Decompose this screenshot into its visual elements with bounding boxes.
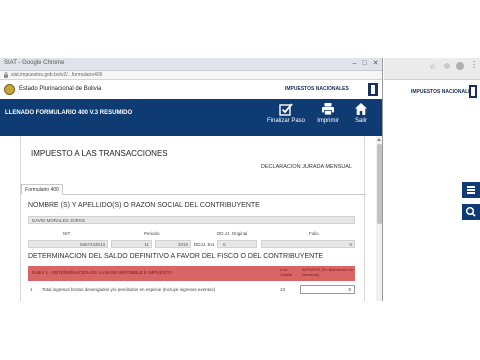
finish-check-icon (279, 103, 293, 116)
window-title: SIAT - Google Chrome (4, 60, 65, 66)
background-header: IMPUESTOS NACIONALES (384, 80, 480, 102)
background-sin-logo-icon (469, 85, 477, 98)
tab-formulario-400[interactable]: Formulario 400 (21, 184, 63, 195)
window-titlebar: SIAT - Google Chrome – □ ✕ (0, 58, 382, 71)
gross-income-input[interactable]: 0 (300, 285, 355, 294)
maximize-icon[interactable]: □ (360, 59, 369, 69)
sin-logo-icon (368, 83, 378, 96)
browser-menu-icon[interactable]: ⋮ (470, 61, 478, 69)
profile-avatar-icon[interactable] (456, 62, 464, 70)
row-number: 1 (30, 287, 33, 292)
form-content: IMPUESTO A LAS TRANSACCIONES DECLARACION… (0, 136, 376, 301)
form-sheet: IMPUESTO A LAS TRANSACCIONES DECLARACION… (20, 136, 366, 301)
ddjj-original-label: DD.JJ. Original (217, 231, 248, 236)
ddjj-original-field: 0 (217, 240, 257, 248)
scroll-up-icon[interactable] (377, 138, 381, 141)
row-description: Total ingresos brutos devengados y/o per… (42, 287, 216, 292)
finalizar-paso-label: Finalizar Paso (266, 118, 305, 124)
app-header: Estado Plurinacional de Bolivia IMPUESTO… (0, 80, 382, 99)
imprimir-label: Imprimir (317, 118, 339, 124)
period-month-field: 11 (111, 240, 152, 248)
search-button[interactable] (462, 204, 480, 220)
state-name: Estado Plurinacional de Bolivia (19, 86, 102, 92)
scrollbar-thumb[interactable] (377, 144, 382, 224)
video-letterbox-bottom (0, 301, 480, 360)
home-icon (355, 103, 367, 115)
row-code: 13 (280, 287, 286, 292)
form-toolbar: LLENADO FORMULARIO 400 V.3 RESUMIDO Fina… (0, 99, 382, 136)
minimize-icon[interactable]: – (350, 59, 359, 69)
periodo-label: Periodo (144, 231, 160, 236)
taxpayer-name-field: DAVID MORALES JORGE (28, 216, 355, 224)
search-icon (465, 206, 476, 217)
folio-label: Folio (309, 231, 319, 236)
popup-browser-window: SIAT - Google Chrome – □ ✕ siat.impuesto… (0, 58, 383, 301)
background-agency-name: IMPUESTOS NACIONALES (411, 89, 475, 95)
tax-title: IMPUESTO A LAS TRANSACCIONES (31, 149, 168, 158)
bookmark-star-icon[interactable]: ☆ (429, 62, 436, 71)
hamburger-icon (467, 186, 475, 188)
period-year-field: 2019 (155, 240, 191, 248)
printer-icon (322, 103, 334, 116)
imprimir-button[interactable]: Imprimir (314, 102, 342, 134)
extension-icon[interactable] (444, 63, 450, 69)
amount-header: IMPORTE (En Bolivianos sin centavos) (302, 267, 354, 277)
lock-icon (4, 72, 8, 78)
detail-table-header: Rubro 1 - DETERMINACION DE LA BASE IMPON… (28, 266, 355, 281)
ddjj-ext-label: DDJJ. Ext (194, 242, 215, 247)
agency-name: IMPUESTOS NACIONALES (285, 86, 349, 92)
background-page: ☆ ⋮ IMPUESTOS NACIONALES (384, 58, 480, 301)
url-text: siat.impuestos.gob.bo/v2/...formulario40… (11, 72, 103, 78)
salir-label: Salir (354, 118, 367, 124)
vertical-scrollbar[interactable] (376, 136, 382, 301)
declaration-type: DECLARACION JURADA MENSUAL (260, 164, 352, 170)
hamburger-menu-button[interactable] (462, 182, 480, 198)
nit-field: 5567443013 (28, 240, 108, 248)
form-title: LLENADO FORMULARIO 400 V.3 RESUMIDO (5, 110, 133, 116)
name-section-heading: NOMBRE (S) Y APELLIDO(S) O RAZON SOCIAL … (28, 202, 260, 209)
address-bar[interactable]: siat.impuestos.gob.bo/v2/...formulario40… (0, 71, 382, 80)
video-letterbox-top (0, 0, 480, 58)
close-icon[interactable]: ✕ (371, 59, 380, 69)
rubro-header: Rubro 1 - DETERMINACION DE LA BASE IMPON… (32, 270, 172, 275)
bolivia-emblem-icon (4, 84, 15, 95)
salir-button[interactable]: Salir (350, 102, 372, 134)
code-header: Cod. Casilla (280, 267, 293, 277)
table-row: 1 Total ingresos brutos devengados y/o p… (28, 285, 355, 296)
folio-field: 0 (261, 240, 355, 248)
nit-label: NIT (63, 231, 71, 236)
tab-divider (21, 194, 366, 195)
finalizar-paso-button[interactable]: Finalizar Paso (266, 102, 306, 134)
detail-section-heading: DETERMINACION DEL SALDO DEFINITIVO A FAV… (28, 253, 324, 260)
background-browser-toolbar: ☆ ⋮ (384, 58, 480, 80)
